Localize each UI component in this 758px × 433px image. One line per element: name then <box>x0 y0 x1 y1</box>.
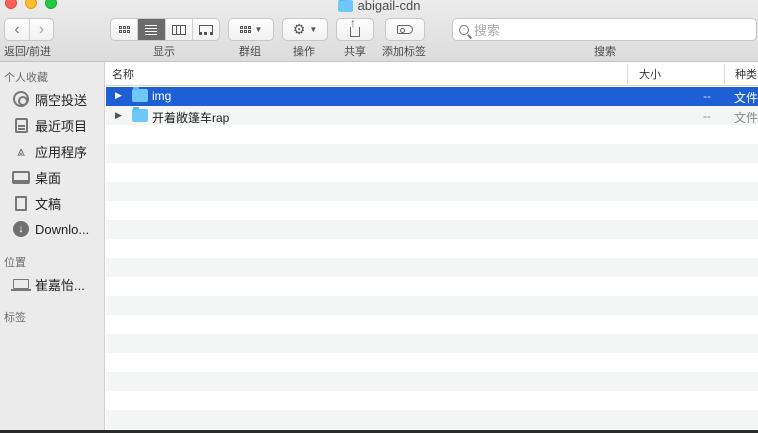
sidebar-header-tags: 标签 <box>4 312 26 324</box>
group-icon <box>239 26 251 33</box>
sidebar-item-recents[interactable]: 最近项目 <box>12 115 87 135</box>
sidebar-header-favorites: 个人收藏 <box>4 72 48 84</box>
file-size: -- <box>703 89 711 103</box>
share-icon <box>350 17 360 37</box>
sidebar-item-label: 最近项目 <box>35 118 88 134</box>
documents-icon <box>15 195 27 211</box>
search-placeholder: 搜索 <box>474 23 501 38</box>
tags-label: 添加标签 <box>382 46 426 58</box>
file-row-img[interactable]: ▶ img -- 文件 <box>106 87 758 106</box>
gear-icon: ⚙ <box>292 21 306 37</box>
view-label: 显示 <box>153 46 175 58</box>
share-button[interactable] <box>336 17 374 41</box>
sidebar-item-documents[interactable]: 文稿 <box>12 193 61 213</box>
row-stripes <box>106 87 758 433</box>
chevron-down-icon: ▼ <box>254 25 263 34</box>
search-field[interactable]: 搜索 <box>452 18 757 41</box>
add-tags-button[interactable] <box>385 18 425 41</box>
sidebar-item-label: 文稿 <box>35 196 62 212</box>
file-kind: 文件 <box>734 111 758 125</box>
column-view-button[interactable] <box>164 19 192 40</box>
window-title: abigail-cdn <box>0 0 758 13</box>
column-header-row: 名称 大小 种类 <box>106 62 758 86</box>
group-label: 群组 <box>239 46 261 58</box>
sidebar-item-applications[interactable]: ⩓ 应用程序 <box>12 141 87 161</box>
folder-icon <box>132 107 148 122</box>
disclosure-triangle-icon[interactable]: ▶ <box>115 110 122 121</box>
disclosure-triangle-icon[interactable]: ▶ <box>115 90 122 101</box>
sidebar-item-label: 应用程序 <box>35 144 88 160</box>
group-button[interactable]: ▼ <box>228 18 274 41</box>
column-divider[interactable] <box>627 64 628 84</box>
file-list: 名称 大小 种类 ▶ img -- 文件 ▶ 开着敞篷车rap -- 文件 <box>106 62 758 433</box>
column-header-name[interactable]: 名称 <box>112 66 134 82</box>
column-header-kind[interactable]: 种类 <box>735 66 757 82</box>
action-label: 操作 <box>293 46 315 58</box>
forward-button[interactable]: › <box>28 19 53 40</box>
icon-view-button[interactable] <box>111 19 137 40</box>
folder-icon <box>132 87 148 102</box>
downloads-icon: ↓ <box>13 221 29 237</box>
airdrop-icon <box>13 91 29 107</box>
column-divider[interactable] <box>724 64 725 84</box>
sidebar-item-computer[interactable]: 崔嘉怡... <box>11 274 85 294</box>
window-title-text: abigail-cdn <box>357 0 421 13</box>
laptop-icon <box>11 279 31 291</box>
file-size: -- <box>703 109 711 123</box>
sidebar: 个人收藏 隔空投送 最近项目 ⩓ 应用程序 桌面 文稿 ↓ Downlo... … <box>0 62 105 433</box>
gallery-view-icon <box>198 24 213 35</box>
sidebar-item-label: 崔嘉怡... <box>35 277 85 293</box>
back-button[interactable]: ‹ <box>5 19 29 40</box>
column-view-icon <box>171 24 186 35</box>
file-name: 开着敞篷车rap <box>152 111 230 125</box>
chevron-right-icon: › <box>38 20 45 38</box>
file-kind: 文件 <box>734 91 758 105</box>
chevron-left-icon: ‹ <box>14 20 20 38</box>
nav-label: 返回/前进 <box>4 46 52 58</box>
back-forward-control: ‹ › <box>4 18 54 41</box>
search-icon <box>459 24 469 35</box>
list-view-icon <box>145 24 158 35</box>
search-label: 搜索 <box>594 46 616 58</box>
toolbar: abigail-cdn ‹ › 返回/前进 显示 ▼ 群组 ⚙ ▼ 操作 ↑ 共… <box>0 0 758 62</box>
list-view-button[interactable] <box>137 19 165 40</box>
icon-view-icon <box>118 26 130 33</box>
finder-window: abigail-cdn ‹ › 返回/前进 显示 ▼ 群组 ⚙ ▼ 操作 ↑ 共… <box>0 0 758 433</box>
folder-icon <box>337 0 353 12</box>
applications-icon: ⩓ <box>17 142 25 159</box>
share-label: 共享 <box>344 46 366 58</box>
sidebar-item-label: 隔空投送 <box>35 92 88 108</box>
sidebar-item-desktop[interactable]: 桌面 <box>12 167 61 187</box>
action-button[interactable]: ⚙ ▼ <box>282 18 328 41</box>
gallery-view-button[interactable] <box>191 19 219 40</box>
recents-icon <box>14 117 28 133</box>
sidebar-item-label: Downlo... <box>35 221 90 237</box>
sidebar-item-downloads[interactable]: ↓ Downlo... <box>12 219 89 239</box>
desktop-icon <box>12 170 30 184</box>
sidebar-header-locations: 位置 <box>4 257 26 269</box>
sidebar-item-label: 桌面 <box>35 170 62 186</box>
chevron-down-icon: ▼ <box>309 25 318 34</box>
file-row-rap[interactable]: ▶ 开着敞篷车rap -- 文件 <box>106 107 758 126</box>
file-name: img <box>152 89 172 103</box>
tag-icon <box>397 25 413 34</box>
column-header-size[interactable]: 大小 <box>639 66 661 82</box>
sidebar-item-airdrop[interactable]: 隔空投送 <box>12 89 87 109</box>
view-mode-control <box>110 18 220 41</box>
